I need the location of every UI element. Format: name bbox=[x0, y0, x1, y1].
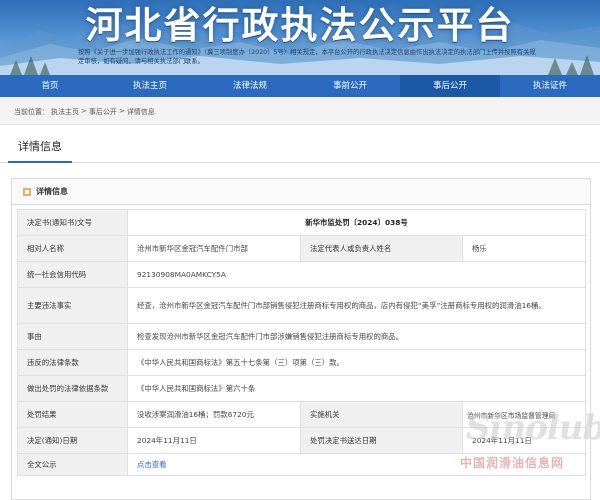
table-row: 相对人名称 沧州市新华区金冠汽车配件门市部 法定代表人或负责人姓名 杨乐 bbox=[17, 235, 587, 262]
value-penalty-result: 没收涉案润滑油16桶；罚款6720元 bbox=[127, 401, 301, 428]
breadcrumb-prefix: 当前位置： bbox=[14, 108, 49, 116]
nav-item-enforcement-home[interactable]: 执法主页 bbox=[100, 75, 200, 97]
table-row: 决定(通知)日期 2024年11月11日 处罚决定书送达日期 2024年11月1… bbox=[17, 427, 587, 454]
label-legal-representative: 法定代表人或负责人姓名 bbox=[300, 235, 463, 262]
info-square-icon bbox=[23, 187, 31, 196]
table-row: 主要违法事实 经查，沧州市新华区金冠汽车配件门市部销售侵犯注册商标专用权的商品，… bbox=[17, 287, 587, 324]
table-row: 处罚结果 没收涉案润滑油16桶；罚款6720元 实施机关 沧州市新华区市场监督管… bbox=[17, 401, 587, 428]
table-row: 违反的法律条款 《中华人民共和国商标法》第五十七条第（三）项第（三）款。 bbox=[17, 349, 587, 376]
value-main-facts: 经查，沧州市新华区金冠汽车配件门市部销售侵犯注册商标专用权的商品，店内有侵犯“美… bbox=[126, 287, 587, 324]
label-decision-no: 决定书(通知书)文号 bbox=[17, 209, 128, 236]
breadcrumb-item-details: 详情信息 bbox=[126, 108, 155, 116]
value-credit-code: 92130908MA0AMKCY5A bbox=[126, 261, 587, 288]
table-row: 做出处罚的法律依据条款 《中华人民共和国商标法》第六十条 bbox=[17, 375, 587, 402]
nav-item-laws[interactable]: 法律法规 bbox=[200, 75, 300, 97]
breadcrumb: 当前位置： 执法主页 > 事后公开 > 详情信息 bbox=[14, 107, 155, 117]
label-cause: 事由 bbox=[17, 323, 128, 350]
full-text-cell: 点击查看 bbox=[126, 453, 587, 476]
value-implementing-agency: 沧州市新华区市场监督管理局 bbox=[461, 401, 587, 428]
label-delivery-date: 处罚决定书送达日期 bbox=[300, 427, 463, 454]
value-decision-date: 2024年11月11日 bbox=[127, 427, 301, 454]
value-party-name: 沧州市新华区金冠汽车配件门市部 bbox=[127, 235, 301, 262]
label-party-name: 相对人名称 bbox=[17, 235, 128, 262]
table-row: 全文公示 点击查看 bbox=[17, 453, 587, 476]
label-implementing-agency: 实施机关 bbox=[300, 401, 463, 428]
label-penalty-result: 处罚结果 bbox=[17, 401, 128, 428]
breadcrumb-separator: > bbox=[81, 107, 87, 115]
breadcrumb-bar: 当前位置： 执法主页 > 事后公开 > 详情信息 bbox=[0, 97, 600, 125]
label-decision-date: 决定(通知)日期 bbox=[17, 427, 128, 454]
details-table: 决定书(通知书)文号 新华市监处罚〔2024〕038号 相对人名称 沧州市新华区… bbox=[17, 209, 587, 476]
label-full-text: 全文公示 bbox=[17, 453, 128, 476]
table-row: 事由 检查发现沧州市新华区金冠汽车配件门市部涉嫌销售侵犯注册商标专用权的商品。 bbox=[17, 323, 587, 350]
panel-title: 详情信息 bbox=[36, 187, 68, 196]
view-full-text-link[interactable]: 点击查看 bbox=[137, 460, 167, 469]
nav-item-home[interactable]: 首页 bbox=[0, 75, 100, 97]
label-violated-law: 违反的法律条款 bbox=[17, 349, 128, 376]
main-nav: 首页 执法主页 法律法规 事前公开 事后公开 执法证件 bbox=[0, 75, 600, 97]
breadcrumb-item-post-disclosure[interactable]: 事后公开 bbox=[89, 107, 117, 117]
value-legal-representative: 杨乐 bbox=[461, 235, 587, 262]
label-legal-basis: 做出处罚的法律依据条款 bbox=[17, 375, 128, 402]
breadcrumb-separator: > bbox=[118, 107, 125, 115]
tab-bar: 详情信息 bbox=[0, 125, 600, 163]
value-violated-law: 《中华人民共和国商标法》第五十七条第（三）项第（三）款。 bbox=[126, 349, 587, 376]
site-title: 河北省行政执法公示平台 bbox=[85, 3, 515, 47]
table-row: 决定书(通知书)文号 新华市监处罚〔2024〕038号 bbox=[17, 209, 587, 236]
table-row: 统一社会信用代码 92130908MA0AMKCY5A bbox=[17, 261, 587, 288]
value-delivery-date: 2024年11月11日 bbox=[461, 427, 587, 454]
nav-item-pre-disclosure[interactable]: 事前公开 bbox=[300, 75, 400, 97]
label-main-facts: 主要违法事实 bbox=[17, 287, 128, 324]
notice-text: 按照《关于进一步加强行政执法工作的通知》（冀三项制度办〔2020〕5号）相关规定… bbox=[78, 49, 536, 65]
label-credit-code: 统一社会信用代码 bbox=[17, 261, 128, 288]
value-legal-basis: 《中华人民共和国商标法》第六十条 bbox=[126, 375, 587, 402]
nav-item-certificates[interactable]: 执法证件 bbox=[500, 75, 600, 97]
panel-header: 详情信息 bbox=[12, 179, 590, 205]
header-banner: 河北省行政执法公示平台 按照《关于进一步加强行政执法工作的通知》（冀三项制度办〔… bbox=[0, 0, 600, 75]
details-panel: 详情信息 决定书(通知书)文号 新华市监处罚〔2024〕038号 相对人名称 沧… bbox=[11, 178, 591, 500]
value-decision-no: 新华市监处罚〔2024〕038号 bbox=[126, 209, 587, 236]
tab-details[interactable]: 详情信息 bbox=[8, 135, 72, 163]
value-cause: 检查发现沧州市新华区金冠汽车配件门市部涉嫌销售侵犯注册商标专用权的商品。 bbox=[126, 323, 587, 350]
breadcrumb-item-enforcement-home[interactable]: 执法主页 bbox=[51, 107, 79, 117]
nav-item-post-disclosure[interactable]: 事后公开 bbox=[400, 75, 500, 97]
